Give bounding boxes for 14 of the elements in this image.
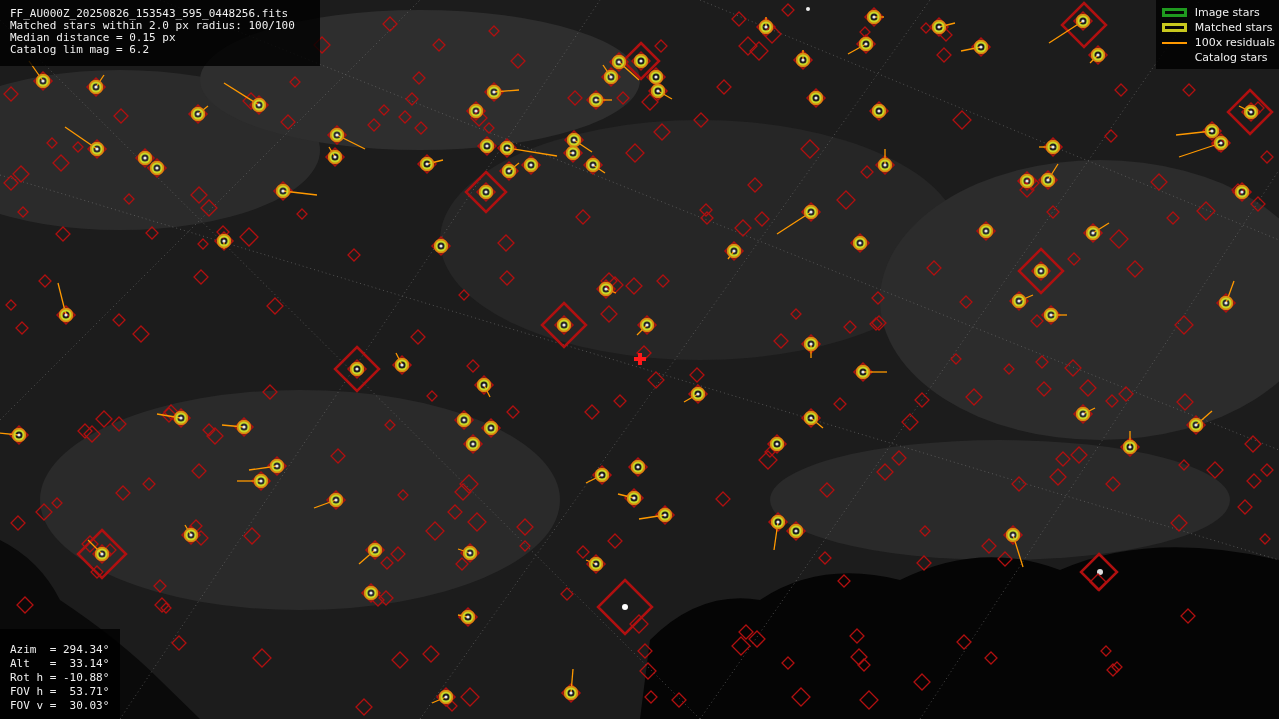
pointing-line: Azim = 294.34°	[10, 643, 110, 657]
pointing-line: FOV v = 30.03°	[10, 699, 110, 713]
pointing-line: Rot h = -10.88°	[10, 671, 110, 685]
cross-marker-icon	[634, 353, 646, 365]
pointing-line: Alt = 33.14°	[10, 657, 110, 671]
info-line: Catalog lim mag = 6.2	[10, 44, 151, 56]
pointing-line: FOV h = 53.71°	[10, 685, 110, 699]
info-line: FF_AU000Z_20250826_153543_595_0448256.fits	[10, 8, 290, 20]
legend-label: Image stars	[1194, 5, 1260, 20]
info-line: Median distance = 0.15 px	[10, 32, 177, 44]
legend-label: Matched stars	[1194, 20, 1273, 35]
info-line: Matched stars within 2.0 px radius: 100/100	[10, 20, 296, 32]
legend-label: 100x residuals	[1194, 35, 1275, 50]
legend-label: Catalog stars	[1194, 50, 1268, 65]
